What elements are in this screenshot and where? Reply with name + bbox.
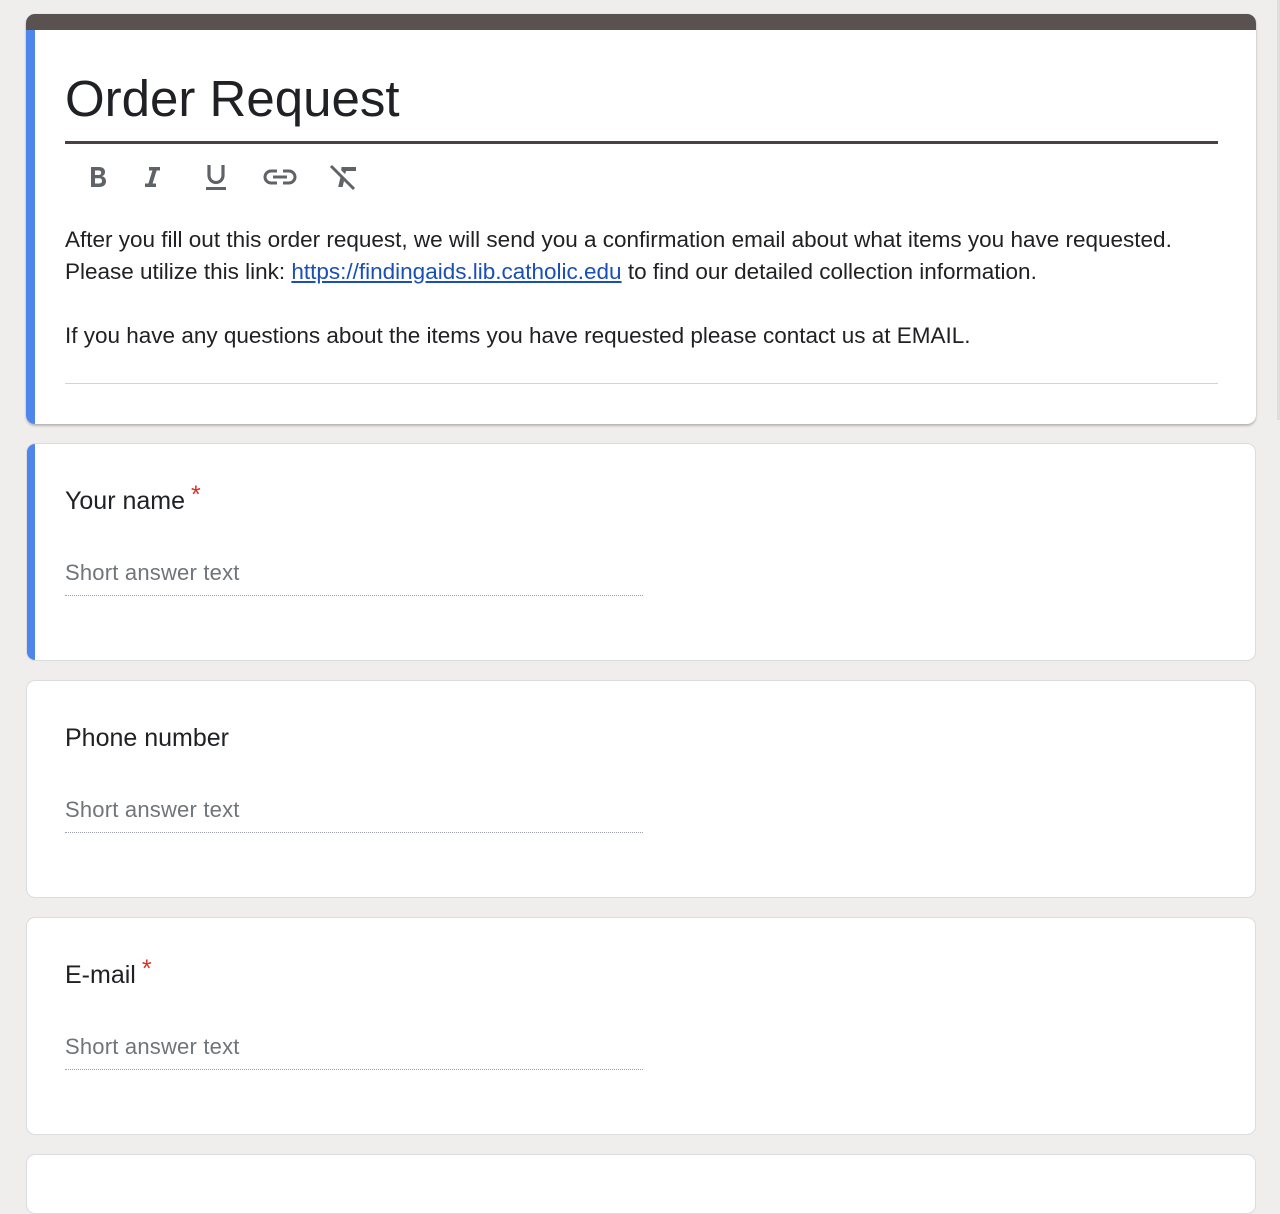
underline-button[interactable] <box>184 154 248 200</box>
question-card-your-name[interactable]: Your name * Short answer text <box>26 443 1256 661</box>
text-format-toolbar <box>76 154 376 200</box>
form-title[interactable]: Order Request <box>65 66 400 132</box>
question-card-email[interactable]: E-mail * Short answer text <box>26 917 1256 1135</box>
question-title: Your name * <box>65 481 201 518</box>
link-button[interactable] <box>248 154 312 200</box>
selected-card-indicator <box>26 30 35 424</box>
underline-icon <box>204 163 228 191</box>
short-answer-field[interactable]: Short answer text <box>65 791 643 833</box>
link-icon <box>263 167 297 187</box>
form-description[interactable]: After you fill out this order request, w… <box>65 224 1218 352</box>
question-title: E-mail * <box>65 955 152 992</box>
question-label: E-mail <box>65 961 136 989</box>
short-answer-field[interactable]: Short answer text <box>65 554 643 596</box>
description-input-underline <box>65 383 1218 384</box>
form-header-card[interactable]: Order Request After you fill out this or… <box>26 14 1256 424</box>
short-answer-field[interactable]: Short answer text <box>65 1028 643 1070</box>
bold-button[interactable] <box>76 154 120 200</box>
selected-card-indicator <box>27 444 35 660</box>
bold-icon <box>87 165 109 189</box>
description-text-continued: to find our detailed collection informat… <box>621 259 1037 284</box>
short-answer-placeholder: Short answer text <box>65 1034 240 1059</box>
short-answer-placeholder: Short answer text <box>65 797 240 822</box>
description-paragraph-1: After you fill out this order request, w… <box>65 224 1218 288</box>
clear-formatting-icon <box>328 163 360 191</box>
question-label: Phone number <box>65 724 230 752</box>
question-title: Phone number <box>65 721 229 755</box>
question-label: Your name <box>65 487 185 515</box>
short-answer-placeholder: Short answer text <box>65 560 240 585</box>
clear-formatting-button[interactable] <box>312 154 376 200</box>
italic-icon <box>141 165 163 189</box>
question-card-next[interactable] <box>26 1154 1256 1214</box>
description-paragraph-2: If you have any questions about the item… <box>65 323 971 348</box>
form-theme-bar <box>26 14 1256 30</box>
italic-button[interactable] <box>120 154 184 200</box>
title-input-underline <box>65 141 1218 144</box>
required-asterisk: * <box>141 955 152 983</box>
question-card-phone-number[interactable]: Phone number Short answer text <box>26 680 1256 898</box>
required-asterisk: * <box>191 481 201 509</box>
collection-link[interactable]: https://findingaids.lib.catholic.edu <box>291 259 621 284</box>
